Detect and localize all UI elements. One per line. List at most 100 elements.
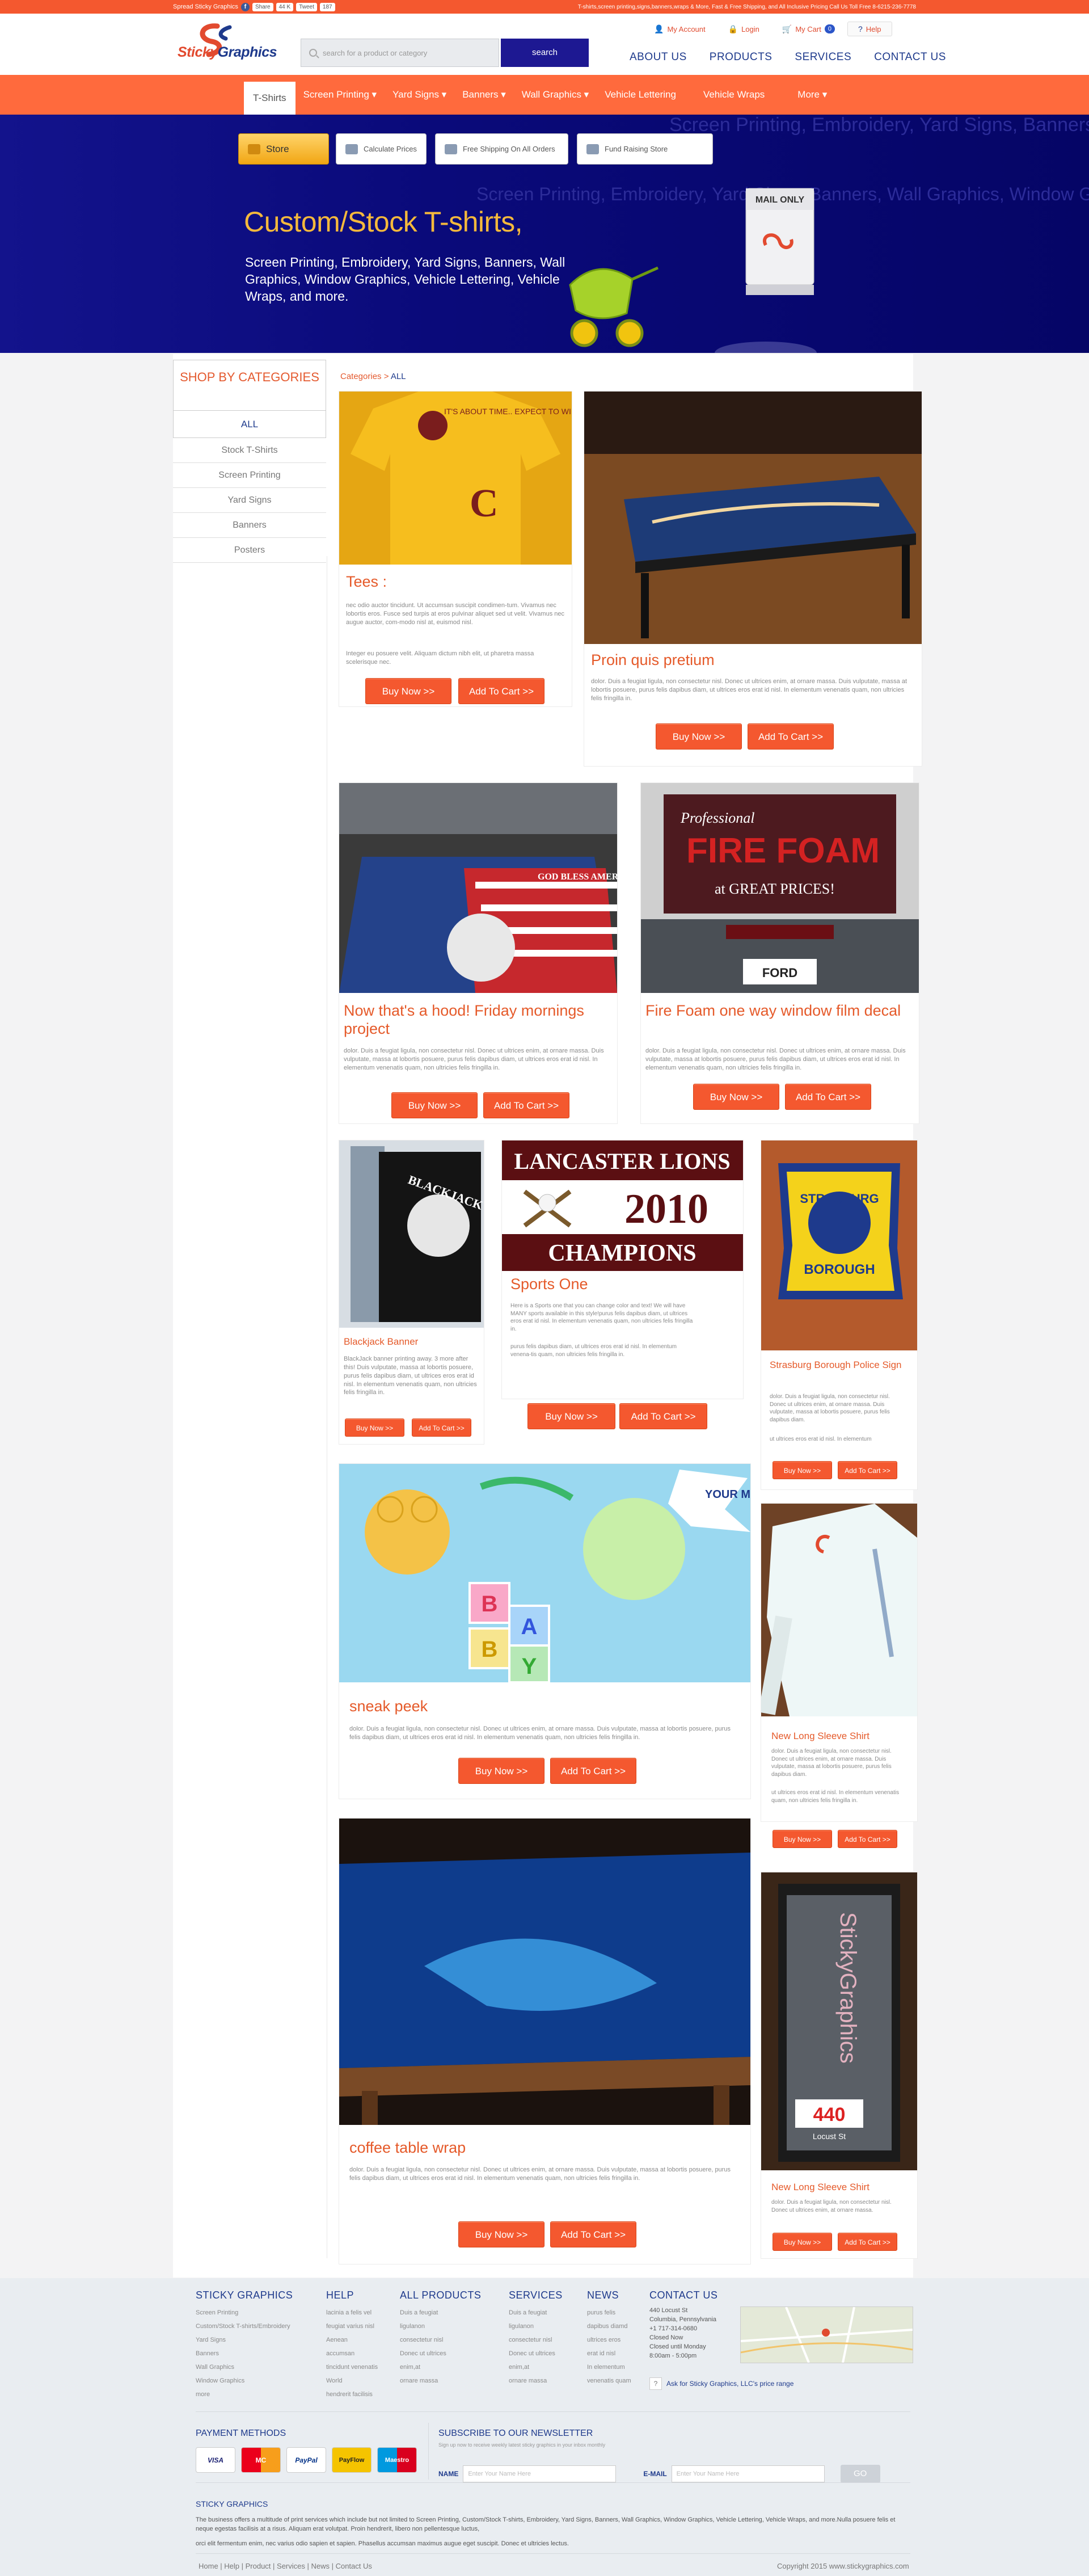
product-image[interactable]: [761, 1504, 917, 1716]
product-title[interactable]: coffee table wrap: [349, 2139, 466, 2157]
product-title[interactable]: Proin quis pretium: [591, 651, 715, 669]
footer-link[interactable]: enim,at: [400, 2360, 481, 2374]
contact-phone[interactable]: +1 717-314-0680: [649, 2324, 717, 2333]
footer-link[interactable]: Custom/Stock T-shirts/Embroidery: [196, 2320, 293, 2333]
product-title[interactable]: sneak peek: [349, 1698, 428, 1715]
sidebar-item-yard-signs[interactable]: Yard Signs: [173, 488, 326, 513]
footer-link[interactable]: Aenean: [326, 2333, 378, 2347]
price-range-link[interactable]: ? Ask for Sticky Graphics, LLC's price r…: [649, 2377, 793, 2390]
buy-now-button[interactable]: Buy Now >>: [693, 1084, 779, 1110]
nav-about-us[interactable]: ABOUT US: [630, 51, 687, 64]
search-button[interactable]: search: [501, 39, 589, 67]
buy-now-button[interactable]: Buy Now >>: [458, 2221, 544, 2247]
product-title[interactable]: Now that's a hood! Friday mornings proje…: [344, 1001, 610, 1038]
footer-link[interactable]: ultrices eros: [587, 2333, 631, 2347]
add-to-cart-button[interactable]: Add To Cart >>: [838, 2233, 897, 2251]
footer-link[interactable]: consectetur nisl: [400, 2333, 481, 2347]
product-image[interactable]: IT'S ABOUT TIME.. EXPECT TO WIN C: [339, 392, 572, 565]
nav-contact-us[interactable]: CONTACT US: [874, 51, 946, 64]
footer-link[interactable]: Wall Graphics: [196, 2360, 293, 2374]
product-title[interactable]: Sports One: [510, 1276, 588, 1293]
add-to-cart-button[interactable]: Add To Cart >>: [483, 1092, 569, 1118]
add-to-cart-button[interactable]: Add To Cart >>: [458, 678, 544, 704]
sidebar-item-screen-printing[interactable]: Screen Printing: [173, 463, 326, 488]
footer-link[interactable]: Duis a feugiat: [509, 2306, 563, 2320]
newsletter-name-input[interactable]: Enter Your Name Here: [463, 2465, 617, 2482]
catnav-vehicle-lettering[interactable]: Vehicle Lettering: [597, 75, 684, 115]
footer-link[interactable]: Window Graphics: [196, 2374, 293, 2388]
sidebar-item-posters[interactable]: Posters: [173, 538, 326, 563]
add-to-cart-button[interactable]: Add To Cart >>: [619, 1403, 707, 1429]
newsletter-email-input[interactable]: Enter Your Name Here: [671, 2465, 825, 2482]
footer-link[interactable]: tincidunt venenatis: [326, 2360, 378, 2374]
like-button[interactable]: Share: [252, 2, 273, 11]
footer-link[interactable]: Duis a feugiat: [400, 2306, 481, 2320]
breadcrumb-categories[interactable]: Categories: [340, 372, 382, 381]
footer-link[interactable]: Donec ut ultrices: [400, 2347, 481, 2360]
footer-link[interactable]: Screen Printing: [196, 2306, 293, 2320]
cart-link[interactable]: 🛒 My Cart 0: [772, 22, 845, 36]
add-to-cart-button[interactable]: Add To Cart >>: [748, 723, 834, 750]
add-to-cart-button[interactable]: Add To Cart >>: [838, 1830, 897, 1848]
search-input[interactable]: search for a product or category: [301, 39, 499, 67]
login-link[interactable]: 🔒 Login: [718, 22, 770, 36]
footer-link[interactable]: ornare massa: [509, 2374, 563, 2388]
footer-link[interactable]: Donec ut ultrices: [509, 2347, 563, 2360]
product-image[interactable]: Professional FIRE FOAM at GREAT PRICES! …: [641, 783, 919, 993]
product-image[interactable]: STRASBURG BOROUGH: [761, 1140, 917, 1350]
product-title[interactable]: Strasburg Borough Police Sign: [770, 1359, 906, 1371]
footer-link[interactable]: venenatis quam: [587, 2374, 631, 2388]
sidebar-item-stock-tshirts[interactable]: Stock T-Shirts: [173, 438, 326, 463]
add-to-cart-button[interactable]: Add To Cart >>: [550, 1758, 636, 1784]
footer-link[interactable]: In elementum: [587, 2360, 631, 2374]
product-image[interactable]: BLACKJACK: [339, 1140, 484, 1328]
catnav-tshirts[interactable]: T-Shirts: [244, 82, 296, 115]
buy-now-button[interactable]: Buy Now >>: [391, 1092, 478, 1118]
location-map[interactable]: [740, 2306, 913, 2363]
add-to-cart-button[interactable]: Add To Cart >>: [550, 2221, 636, 2247]
footer-link[interactable]: ornare massa: [400, 2374, 481, 2388]
newsletter-go-button[interactable]: GO: [840, 2465, 880, 2483]
footer-link[interactable]: consectetur nisl: [509, 2333, 563, 2347]
buy-now-button[interactable]: Buy Now >>: [365, 678, 451, 704]
product-image[interactable]: YOUR MESSAGE B A B Y: [339, 1464, 750, 1682]
product-title[interactable]: Fire Foam one way window film decal: [645, 1001, 912, 1020]
catnav-screen-printing[interactable]: Screen Printing ▾: [296, 75, 385, 115]
facebook-icon[interactable]: f: [240, 2, 250, 11]
add-to-cart-button[interactable]: Add To Cart >>: [785, 1084, 871, 1110]
product-title[interactable]: New Long Sleeve Shirt: [771, 1731, 869, 1742]
buy-now-button[interactable]: Buy Now >>: [773, 1830, 832, 1848]
footer-link[interactable]: feugiat varius nisl: [326, 2320, 378, 2333]
sidebar-item-all[interactable]: ALL: [173, 411, 326, 438]
footer-link[interactable]: accumsan: [326, 2347, 378, 2360]
add-to-cart-button[interactable]: Add To Cart >>: [412, 1419, 471, 1437]
footer-link[interactable]: hendrerit facilisis: [326, 2388, 378, 2401]
footer-link[interactable]: Banners: [196, 2347, 293, 2360]
footer-link[interactable]: erat id nisl: [587, 2347, 631, 2360]
product-image[interactable]: [339, 1819, 750, 2125]
buy-now-button[interactable]: Buy Now >>: [345, 1419, 404, 1437]
buy-now-button[interactable]: Buy Now >>: [656, 723, 742, 750]
my-account-link[interactable]: 👤 My Account: [644, 22, 716, 36]
tweet-button[interactable]: Tweet: [296, 2, 317, 11]
free-shipping-button[interactable]: Free Shipping On All Orders: [435, 133, 568, 165]
calculate-prices-button[interactable]: Calculate Prices: [336, 133, 427, 165]
help-link[interactable]: ? Help: [847, 22, 892, 36]
sidebar-item-banners[interactable]: Banners: [173, 513, 326, 538]
footer-link[interactable]: ligulanon: [400, 2320, 481, 2333]
buy-now-button[interactable]: Buy Now >>: [773, 1461, 832, 1479]
catnav-vehicle-wraps[interactable]: Vehicle Wraps: [695, 75, 773, 115]
footer-link[interactable]: World: [326, 2374, 378, 2388]
logo[interactable]: StickyGraphics: [178, 22, 294, 67]
product-image[interactable]: StickyGraphics 440 Locust St: [761, 1872, 917, 2170]
nav-services[interactable]: SERVICES: [795, 51, 851, 64]
footer-link[interactable]: purus felis: [587, 2306, 631, 2320]
add-to-cart-button[interactable]: Add To Cart >>: [838, 1461, 897, 1479]
nav-products[interactable]: PRODUCTS: [710, 51, 773, 64]
product-title[interactable]: New Long Sleeve Shirt: [771, 2182, 869, 2193]
footer-bottom-links[interactable]: Home | Help | Product | Services | News …: [199, 2562, 372, 2570]
footer-link[interactable]: enim,at: [509, 2360, 563, 2374]
product-image[interactable]: GOD BLESS AMERICA: [339, 783, 617, 993]
fund-raising-button[interactable]: Fund Raising Store: [577, 133, 713, 165]
product-title[interactable]: Blackjack Banner: [344, 1336, 418, 1348]
